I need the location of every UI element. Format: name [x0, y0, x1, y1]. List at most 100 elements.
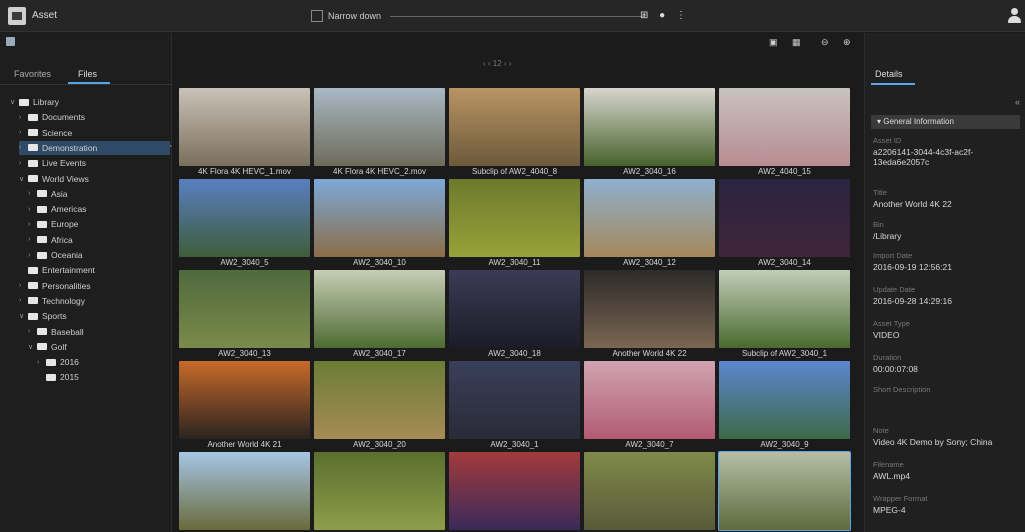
view-mode-icon[interactable]: ▣ ▦	[769, 37, 807, 48]
tree-item-label: 2016	[60, 357, 79, 368]
asset-thumbnail[interactable]	[314, 452, 445, 530]
asset-label: Another World 4K 21	[207, 440, 282, 449]
asset-thumbnail[interactable]	[314, 179, 445, 257]
tree-item[interactable]: › Science	[19, 126, 169, 140]
tab-files[interactable]: Files	[78, 69, 97, 79]
folder-icon	[28, 113, 38, 121]
zoom-icon[interactable]: ⊖ ⊕	[821, 37, 857, 48]
asset-thumbnail[interactable]	[179, 179, 310, 257]
asset-label: AW2_3040_20	[353, 440, 406, 449]
panel-toggle-icon[interactable]	[6, 37, 15, 46]
metadata-value: MPEG-4	[873, 505, 906, 515]
chevron-icon[interactable]: ∨	[19, 312, 28, 320]
tree-item-label: Africa	[51, 234, 73, 245]
tree-item[interactable]: › Live Events	[19, 156, 169, 170]
tab-underline	[68, 82, 110, 84]
tree-item[interactable]: › Personalities	[19, 279, 169, 293]
tree-item[interactable]: ›Demonstration⋯	[19, 140, 179, 155]
tree-item[interactable]: › Africa	[28, 233, 178, 247]
asset-thumbnail[interactable]	[314, 270, 445, 348]
tree-item[interactable]: › Technology	[19, 294, 169, 308]
asset-thumbnail[interactable]	[584, 361, 715, 439]
asset-thumbnail[interactable]	[719, 361, 850, 439]
tree-item[interactable]: › Asia	[28, 187, 178, 201]
asset-thumbnail[interactable]	[584, 179, 715, 257]
chevron-icon[interactable]: ›	[19, 160, 28, 167]
metadata-key: Wrapper Format	[873, 494, 928, 503]
folder-icon	[28, 159, 38, 167]
chevron-icon[interactable]: ›	[28, 206, 37, 213]
metadata-value: 00:00:07:08	[873, 364, 918, 374]
tree-item[interactable]: › Europe	[28, 217, 178, 231]
asset-thumbnail[interactable]	[179, 270, 310, 348]
chevron-icon[interactable]: ›	[28, 328, 37, 335]
asset-label: AW2_3040_11	[488, 258, 541, 267]
collapse-icon[interactable]: «	[1015, 97, 1020, 107]
chevron-icon[interactable]: ∨	[19, 175, 28, 183]
chevron-icon[interactable]: ›	[19, 144, 28, 151]
asset-thumbnail[interactable]	[719, 88, 850, 166]
tree-item[interactable]: 2015	[37, 370, 187, 384]
asset-thumbnail[interactable]	[449, 88, 580, 166]
asset-thumbnail[interactable]	[584, 270, 715, 348]
chevron-icon[interactable]: ›	[28, 252, 37, 259]
folder-icon	[19, 98, 29, 106]
chevron-icon[interactable]: ›	[19, 114, 28, 121]
chevron-icon[interactable]: ›	[19, 129, 28, 136]
asset-label: 4K Flora 4K HEVC_2.mov	[333, 167, 426, 176]
tree-item[interactable]: ∨ Library	[10, 95, 160, 109]
tree-item-label: Library	[33, 97, 59, 107]
folder-icon	[28, 312, 38, 320]
app-logo[interactable]	[8, 7, 26, 25]
chevron-icon[interactable]: ›	[37, 359, 46, 366]
asset-thumbnail[interactable]	[719, 270, 850, 348]
asset-thumbnail[interactable]	[719, 179, 850, 257]
tree-item[interactable]: ∨ Sports	[19, 309, 169, 323]
tree-item-label: Entertainment	[42, 265, 95, 276]
chevron-icon[interactable]: ›	[28, 190, 37, 197]
metadata-key: Asset Type	[873, 319, 910, 328]
asset-thumbnail[interactable]	[314, 88, 445, 166]
folder-icon	[37, 205, 47, 213]
tab-details[interactable]: Details	[875, 69, 903, 79]
chevron-icon[interactable]: ∨	[28, 343, 37, 351]
tab-favorites[interactable]: Favorites	[14, 69, 51, 79]
search-input[interactable]	[390, 16, 645, 17]
chevron-icon[interactable]: ›	[28, 221, 37, 228]
asset-thumbnail[interactable]	[449, 270, 580, 348]
search-options-icon[interactable]: ⊞ ● ⋮	[640, 10, 690, 21]
asset-thumbnail[interactable]	[449, 179, 580, 257]
tree-item[interactable]: ∨ World Views	[19, 172, 169, 186]
narrow-down-label: Narrow down	[328, 11, 382, 21]
tree-item[interactable]: › Documents	[19, 110, 169, 124]
chevron-icon[interactable]: ∨	[10, 98, 19, 106]
asset-label: AW2_3040_12	[623, 258, 676, 267]
chevron-icon[interactable]: ›	[28, 236, 37, 243]
chevron-icon[interactable]: ›	[19, 282, 28, 289]
asset-thumbnail[interactable]	[179, 361, 310, 439]
user-icon[interactable]	[1008, 8, 1021, 24]
asset-thumbnail[interactable]	[449, 361, 580, 439]
asset-thumbnail[interactable]	[449, 452, 580, 530]
tree-item[interactable]: › Baseball	[28, 325, 178, 339]
tree-item-label: Science	[42, 127, 73, 138]
tree-item[interactable]: › Oceania	[28, 248, 178, 262]
tree-item-label: Golf	[51, 341, 67, 352]
asset-thumbnail[interactable]	[718, 451, 851, 531]
metadata-value: Another World 4K 22	[873, 199, 952, 209]
section-general-information[interactable]: ▾ General Information	[871, 115, 1020, 129]
pager[interactable]: ‹ ‹ 12 › ›	[483, 59, 511, 68]
narrow-down-checkbox[interactable]	[311, 10, 323, 22]
asset-thumbnail[interactable]	[179, 88, 310, 166]
chevron-icon[interactable]: ›	[19, 297, 28, 304]
asset-thumbnail[interactable]	[179, 452, 310, 530]
tree-item[interactable]: ∨ Golf	[28, 340, 178, 354]
asset-thumbnail[interactable]	[584, 452, 715, 530]
tree-item[interactable]: Entertainment	[19, 263, 169, 277]
tree-item-label: Documents	[42, 112, 85, 123]
tree-item[interactable]: › Americas	[28, 202, 178, 216]
section-title: General Information	[883, 117, 954, 126]
asset-thumbnail[interactable]	[314, 361, 445, 439]
tree-item[interactable]: › 2016	[37, 355, 187, 369]
asset-thumbnail[interactable]	[584, 88, 715, 166]
